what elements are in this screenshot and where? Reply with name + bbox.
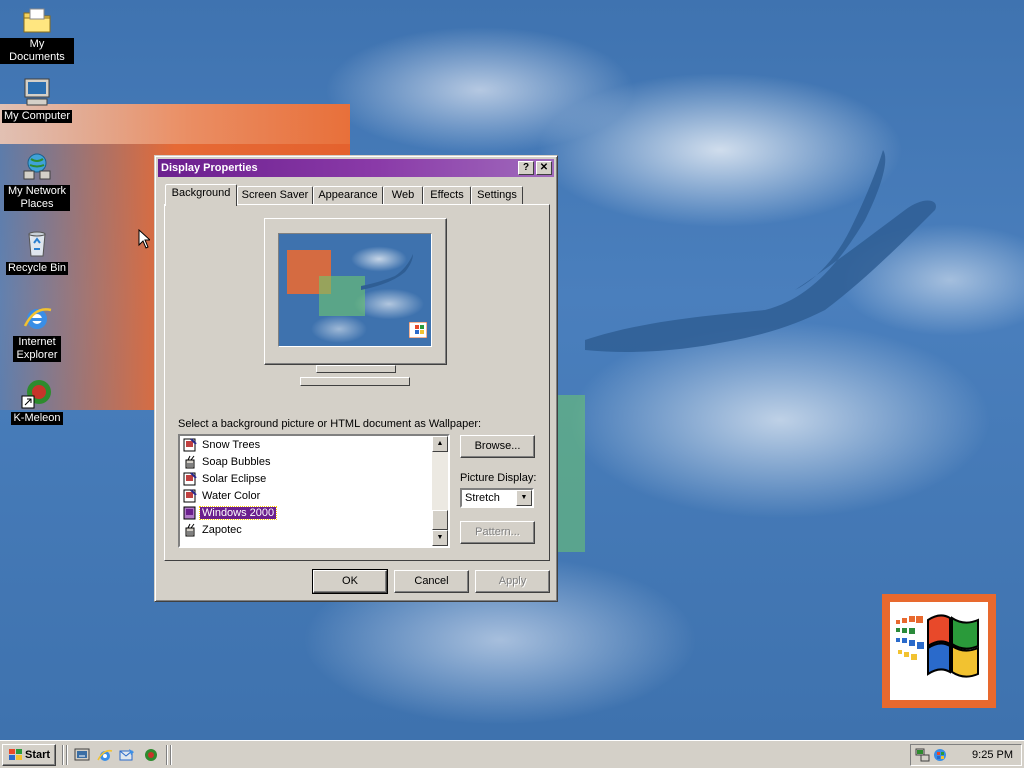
monitor-preview — [264, 218, 447, 365]
desktop-icon-internet-explorer[interactable]: Internet Explorer — [0, 302, 74, 362]
desktop-icon-my-network-places[interactable]: My Network Places — [0, 151, 74, 211]
paint-doc-icon — [185, 455, 195, 469]
ok-button[interactable]: OK — [312, 569, 388, 594]
mouse-cursor-icon — [138, 229, 150, 249]
windows-flag-icon — [9, 749, 22, 760]
monitor-stand-neck — [316, 365, 396, 373]
list-item[interactable]: Zapotec — [183, 522, 244, 539]
computer-icon — [24, 78, 50, 106]
tab-screen-saver[interactable]: Screen Saver — [237, 186, 313, 204]
paint-doc-icon — [185, 523, 195, 537]
wallpaper-diver-silhouette — [585, 150, 936, 353]
mini-windows-logo-icon — [409, 322, 427, 338]
system-tray: 9:25 PM — [910, 744, 1022, 766]
pattern-button[interactable]: Pattern... — [460, 521, 535, 544]
tab-effects[interactable]: Effects — [423, 186, 471, 204]
html-doc-icon — [183, 472, 197, 486]
desktop-icon-recycle-bin[interactable]: Recycle Bin — [0, 228, 74, 275]
show-desktop-icon[interactable] — [74, 747, 90, 763]
tab-background[interactable]: Background — [165, 184, 237, 206]
desktop-icon-label: Internet Explorer — [13, 336, 61, 362]
desktop-icon-my-documents[interactable]: My Documents — [0, 4, 74, 64]
desktop-icon-k-meleon[interactable]: K-Meleon — [0, 378, 74, 425]
browse-button[interactable]: Browse... — [460, 435, 535, 458]
tab-appearance[interactable]: Appearance — [313, 186, 383, 204]
list-item-selected[interactable]: Windows 2000 — [183, 505, 278, 522]
tab-web[interactable]: Web — [383, 186, 423, 204]
picture-display-select[interactable]: Stretch ▼ — [460, 488, 534, 508]
desktop-icon-my-computer[interactable]: My Computer — [0, 76, 74, 123]
desktop-icon-label: Recycle Bin — [5, 262, 69, 275]
wallpaper-listbox[interactable]: Snow Trees Soap Bubbles Solar Eclipse Wa… — [178, 434, 450, 548]
windows-2000-logo — [882, 594, 996, 708]
list-item[interactable]: Water Color — [183, 488, 262, 505]
html-doc-icon — [183, 489, 197, 503]
taskbar-separator — [66, 745, 68, 765]
help-button[interactable]: ? — [518, 161, 534, 175]
monitor-stand-base — [300, 377, 410, 386]
list-item[interactable]: Solar Eclipse — [183, 471, 268, 488]
wallpaper-prompt-label: Select a background picture or HTML docu… — [178, 418, 482, 430]
taskbar-separator — [170, 745, 172, 765]
taskbar-separator — [62, 745, 64, 765]
recycle-bin-icon — [28, 231, 46, 257]
chevron-down-icon[interactable]: ▼ — [516, 490, 532, 506]
list-item[interactable]: Snow Trees — [183, 437, 262, 454]
taskbar-separator — [166, 745, 168, 765]
windows-flag-icon — [896, 614, 979, 678]
picture-display-label: Picture Display: — [460, 472, 537, 484]
scroll-thumb[interactable] — [432, 510, 448, 530]
wallpaper-preview-screen — [278, 233, 432, 347]
list-vertical-scrollbar[interactable]: ▲ ▼ — [432, 436, 448, 546]
scroll-up-arrow-icon[interactable]: ▲ — [432, 436, 448, 452]
internet-explorer-icon — [23, 308, 52, 329]
dialog-title: Display Properties — [161, 162, 258, 174]
desktop-icon-label: My Documents — [0, 38, 74, 64]
tab-settings[interactable]: Settings — [471, 186, 523, 204]
html-doc-icon — [183, 438, 197, 452]
list-item[interactable]: Soap Bubbles — [183, 454, 273, 471]
k-meleon-icon[interactable] — [143, 747, 159, 763]
close-button[interactable]: ✕ — [536, 161, 552, 175]
start-label: Start — [25, 749, 51, 761]
start-button[interactable]: Start — [2, 744, 56, 766]
html-doc-icon — [183, 506, 196, 520]
network-icon[interactable] — [915, 747, 931, 763]
dialog-title-bar[interactable]: Display Properties ? ✕ — [158, 159, 554, 177]
picture-display-value: Stretch — [465, 492, 500, 504]
cancel-button[interactable]: Cancel — [394, 570, 469, 593]
taskbar: Start 9:25 PM — [0, 740, 1024, 768]
network-globe-icon — [23, 153, 51, 180]
desktop-icon-label: My Computer — [1, 110, 73, 123]
folder-icon — [23, 8, 51, 33]
windows-update-icon[interactable] — [932, 747, 948, 763]
desktop-icon-label: My Network Places — [4, 185, 70, 211]
internet-explorer-icon[interactable] — [97, 747, 113, 763]
desktop-icon-label: K-Meleon — [11, 412, 63, 425]
apply-button[interactable]: Apply — [475, 570, 550, 593]
scroll-down-arrow-icon[interactable]: ▼ — [432, 530, 448, 546]
outlook-express-icon[interactable] — [119, 747, 135, 763]
clock[interactable]: 9:25 PM — [972, 745, 1013, 765]
k-meleon-icon — [21, 380, 51, 409]
